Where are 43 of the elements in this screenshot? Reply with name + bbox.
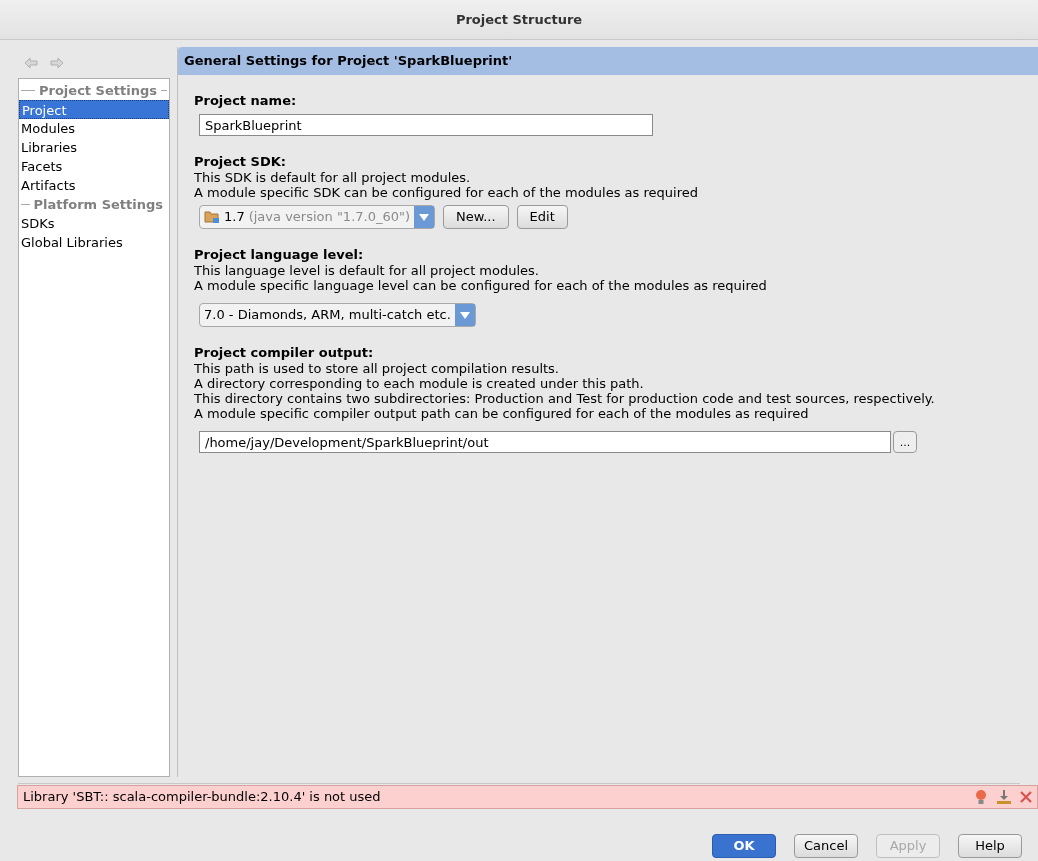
description-text: A directory corresponding to each module is created under this path.: [194, 376, 645, 391]
window-title: Project Structure: [455, 10, 583, 29]
forward-arrow-icon[interactable]: [50, 56, 64, 69]
description-text: This SDK is default for all project modules.: [194, 170, 472, 185]
dropdown[interactable]: 1.7 (java version "1.7.0_60"): [199, 205, 436, 229]
sidebar-item[interactable]: Project: [19, 100, 169, 119]
dialog-button[interactable]: Cancel: [794, 834, 858, 858]
sidebar-item[interactable]: Libraries: [19, 138, 169, 157]
description-text: A module specific SDK can be configured for each of the modules as required: [194, 185, 699, 200]
download-icon[interactable]: [996, 789, 1012, 805]
sidebar-group-header: Platform Settings: [33, 195, 163, 214]
sidebar-item[interactable]: Artifacts: [19, 176, 169, 195]
button[interactable]: New...: [443, 205, 509, 229]
description-text: This language level is default for all project modules.: [194, 263, 540, 278]
dialog-button[interactable]: Help: [958, 834, 1022, 858]
button[interactable]: Edit: [516, 205, 568, 229]
dialog-button[interactable]: OK: [712, 834, 776, 858]
description-text: This path is used to store all project compilation results.: [194, 361, 560, 376]
browse-button[interactable]: ...: [893, 431, 917, 453]
description-text: A module specific language level can be configured for each of the modules as required: [194, 278, 768, 293]
section-label: Project language level:: [194, 247, 365, 263]
dropdown-value: 7.0 - Diamonds, ARM, multi-catch etc.: [204, 306, 451, 325]
lightbulb-icon[interactable]: [975, 789, 987, 805]
sidebar-item[interactable]: Facets: [19, 157, 169, 176]
description-text: A module specific compiler output path can be configured for each of the modules as required: [194, 406, 810, 421]
output-path-field[interactable]: /home/jay/Development/SparkBlueprint/out: [199, 431, 891, 453]
sidebar-group-header: Project Settings: [39, 81, 157, 100]
sidebar-item[interactable]: Modules: [19, 119, 169, 138]
sidebar-item[interactable]: SDKs: [19, 214, 169, 233]
problem-message: Library 'SBT:: scala-compiler-bundle:2.10.4' is not used: [23, 788, 382, 807]
section-label: Project name:: [194, 93, 298, 109]
panel-title: General Settings for Project 'SparkBlueprint': [184, 52, 513, 71]
section-label: Project SDK:: [194, 154, 287, 170]
back-arrow-icon[interactable]: [24, 56, 38, 69]
folder-icon: [204, 210, 220, 224]
description-text: This directory contains two subdirectories: Production and Test for production code and test sources, respectively.: [194, 391, 936, 406]
sidebar-item[interactable]: Global Libraries: [19, 233, 169, 252]
dropdown-value: 1.7: [224, 208, 245, 227]
project-name-field[interactable]: SparkBlueprint: [199, 114, 653, 136]
close-icon[interactable]: [1020, 791, 1032, 803]
dropdown[interactable]: 7.0 - Diamonds, ARM, multi-catch etc.: [199, 303, 476, 327]
section-label: Project compiler output:: [194, 345, 375, 361]
dropdown-detail: (java version "1.7.0_60"): [248, 208, 411, 227]
